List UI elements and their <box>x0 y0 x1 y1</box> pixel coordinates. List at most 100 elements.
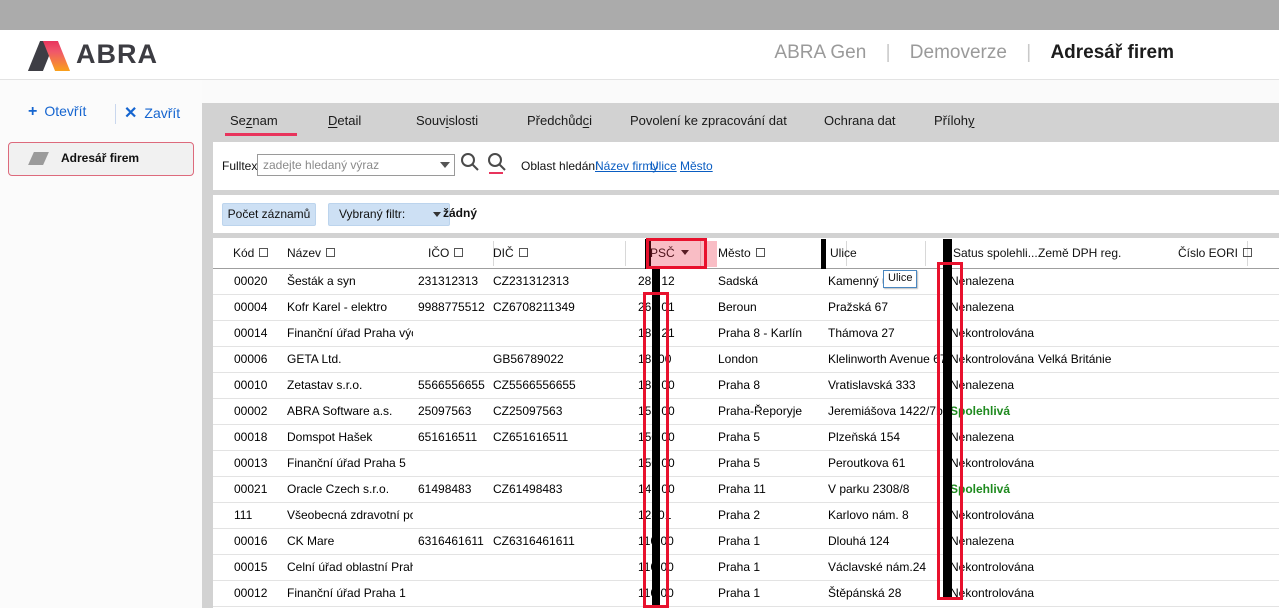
cell-mesto: Praha-Řeporyje <box>718 404 802 418</box>
cell-nazev: ABRA Software a.s. <box>287 404 413 418</box>
cell-nazev: Kofr Karel - elektro <box>287 300 413 314</box>
table-row[interactable]: 00006GETA Ltd.GB5678902218100LondonKleli… <box>213 346 1279 373</box>
cell-kod: 00006 <box>234 352 267 366</box>
column-header-zem-dph-reg-[interactable]: Země DPH reg. <box>1038 246 1121 260</box>
scope-link-m-sto[interactable]: Město <box>680 159 713 173</box>
cell-nazev: Všeobecná zdravotní pojišťovna <box>287 508 413 522</box>
cell-nazev: Finanční úřad Praha východ <box>287 326 413 340</box>
scope-link-n-zev-firmy[interactable]: Název firmy <box>595 159 658 173</box>
cell-ulice: Pražská 67 <box>828 300 949 314</box>
cell-mesto: Sadská <box>718 274 758 288</box>
cell-kod: 00014 <box>234 326 267 340</box>
cell-nazev: GETA Ltd. <box>287 352 413 366</box>
fulltext-search-icon[interactable] <box>487 152 509 176</box>
cell-kod: 111 <box>234 508 252 522</box>
search-icon[interactable] <box>460 152 482 176</box>
cell-ulice: Václavské nám.24 <box>828 560 949 574</box>
close-button[interactable]: ✕Zavřít <box>124 103 180 123</box>
filter-square-icon <box>259 248 268 257</box>
column-drag-line-ulice-header <box>821 239 826 269</box>
cell-mesto: Praha 1 <box>718 534 760 548</box>
abra-logo-text: ABRA <box>76 39 158 70</box>
cell-kod: 00002 <box>234 404 267 418</box>
cell-mesto: Praha 5 <box>718 456 760 470</box>
cell-nazev: CK Mare <box>287 534 413 548</box>
breadcrumb-separator: | <box>886 42 891 63</box>
window-icon <box>28 152 49 165</box>
table-row[interactable]: 00020Šesták a syn231312313CZ231312313289… <box>213 268 1279 295</box>
window-top-bar <box>0 0 1279 30</box>
cell-kod: 00013 <box>234 456 267 470</box>
table-row[interactable]: 00012Finanční úřad Praha 1110 00Praha 1Š… <box>213 580 1279 607</box>
cell-nazev: Šesták a syn <box>287 274 413 288</box>
cell-kod: 00010 <box>234 378 267 392</box>
scope-link-ulice[interactable]: Ulice <box>650 159 677 173</box>
filter-panel: Počet záznamů Vybraný filtr: žádný <box>213 195 1279 233</box>
table-row[interactable]: 00004Kofr Karel - elektro9988775512CZ670… <box>213 294 1279 321</box>
cell-ico: 25097563 <box>418 404 471 418</box>
table-row[interactable]: 00018Domspot Hašek651616511CZ65161651115… <box>213 424 1279 451</box>
tab-seznam[interactable]: Seznam <box>230 113 278 128</box>
tab-p-edch-dci[interactable]: Předchůdci <box>527 113 592 128</box>
table-row[interactable]: 00002 ABRA Software a.s. 25097563 CZ2509756… <box>213 398 1279 425</box>
companies-table: KódNázevIČODIČPSČMěstoUliceSatus spolehl… <box>213 238 1279 608</box>
filter-square-icon <box>1243 248 1252 257</box>
open-button[interactable]: +Otevřít <box>28 103 86 121</box>
filter-square-icon <box>519 248 528 257</box>
fulltext-label: Fulltext <box>222 159 261 173</box>
cell-zeme: Velká Británie <box>1038 352 1111 366</box>
tab-detail[interactable]: Detail <box>328 113 361 128</box>
cell-mesto: Praha 2 <box>718 508 760 522</box>
record-count-button[interactable]: Počet záznamů <box>222 203 316 226</box>
abra-logo: ABRA <box>28 39 178 73</box>
column-separator <box>625 241 626 266</box>
sidebar-item-adresar-firem[interactable]: Adresář firem <box>8 142 194 176</box>
breadcrumb-env: Demoverze <box>910 42 1007 63</box>
column-header-di-[interactable]: DIČ <box>493 246 528 260</box>
column-header-k-d[interactable]: Kód <box>233 246 268 260</box>
column-header-satus-spolehli-[interactable]: Satus spolehli... <box>953 246 1038 260</box>
tab-souvislosti[interactable]: Souvislosti <box>416 113 478 128</box>
column-header--slo-eori[interactable]: Číslo EORI <box>1178 246 1252 260</box>
fulltext-input[interactable]: zadejte hledaný výraz <box>257 154 455 176</box>
cell-dic: CZ231312313 <box>493 274 569 288</box>
column-header-i-o[interactable]: IČO <box>428 246 463 260</box>
cell-kod: 00004 <box>234 300 267 314</box>
chevron-down-icon[interactable] <box>440 162 450 168</box>
table-row[interactable]: 00016CK Mare6316461611CZ6316461611110 00… <box>213 528 1279 555</box>
cell-dic: CZ6316461611 <box>493 534 575 548</box>
cell-kod: 00020 <box>234 274 267 288</box>
cell-mesto: Praha 8 - Karlín <box>718 326 802 340</box>
tab-povolen-ke-zpracov-n-dat[interactable]: Povolení ke zpracování dat <box>630 113 787 128</box>
cell-ulice: Jeremiášova 1422/7b <box>828 404 949 418</box>
column-separator <box>925 241 926 266</box>
table-row[interactable]: 00013Finanční úřad Praha 5150 00Praha 5P… <box>213 450 1279 477</box>
tab-p-lohy[interactable]: Přílohy <box>934 113 974 128</box>
cell-dic: CZ25097563 <box>493 404 562 418</box>
drag-tooltip: Ulice <box>883 270 917 288</box>
cell-mesto: Beroun <box>718 300 757 314</box>
cell-dic: GB56789022 <box>493 352 564 366</box>
cell-nazev: Zetastav s.r.o. <box>287 378 413 392</box>
column-header-ulice[interactable]: Ulice <box>830 246 857 260</box>
table-row[interactable]: 00021Oracle Czech s.r.o.61498483CZ614984… <box>213 476 1279 503</box>
tab-ochrana-dat[interactable]: Ochrana dat <box>824 113 896 128</box>
search-panel: Fulltext zadejte hledaný výraz Oblast hl… <box>213 142 1279 190</box>
sidebar: +Otevřít ✕Zavřít Adresář firem <box>0 80 202 608</box>
cell-ico: 651616511 <box>418 430 477 444</box>
table-row[interactable]: 00014Finanční úřad Praha východ186 21Pra… <box>213 320 1279 347</box>
filter-square-icon <box>326 248 335 257</box>
sidebar-item-label: Adresář firem <box>61 151 139 165</box>
selected-filter-dropdown[interactable]: Vybraný filtr: <box>328 203 450 226</box>
cell-ico: 231312313 <box>418 274 478 288</box>
red-underline <box>489 172 503 174</box>
cell-nazev: Finanční úřad Praha 5 <box>287 456 413 470</box>
column-header-n-zev[interactable]: Název <box>287 246 335 260</box>
table-row[interactable]: 00015Celní úřad oblastní Praha110 00Prah… <box>213 554 1279 581</box>
cell-kod: 00018 <box>234 430 267 444</box>
column-header-m-sto[interactable]: Město <box>718 246 765 260</box>
table-row[interactable]: 111Všeobecná zdravotní pojišťovna12801Pr… <box>213 502 1279 529</box>
cell-nazev: Domspot Hašek <box>287 430 413 444</box>
table-row[interactable]: 00010Zetastav s.r.o.5566556655CZ55665566… <box>213 372 1279 399</box>
cell-ulice: Vratislavská 333 <box>828 378 949 392</box>
